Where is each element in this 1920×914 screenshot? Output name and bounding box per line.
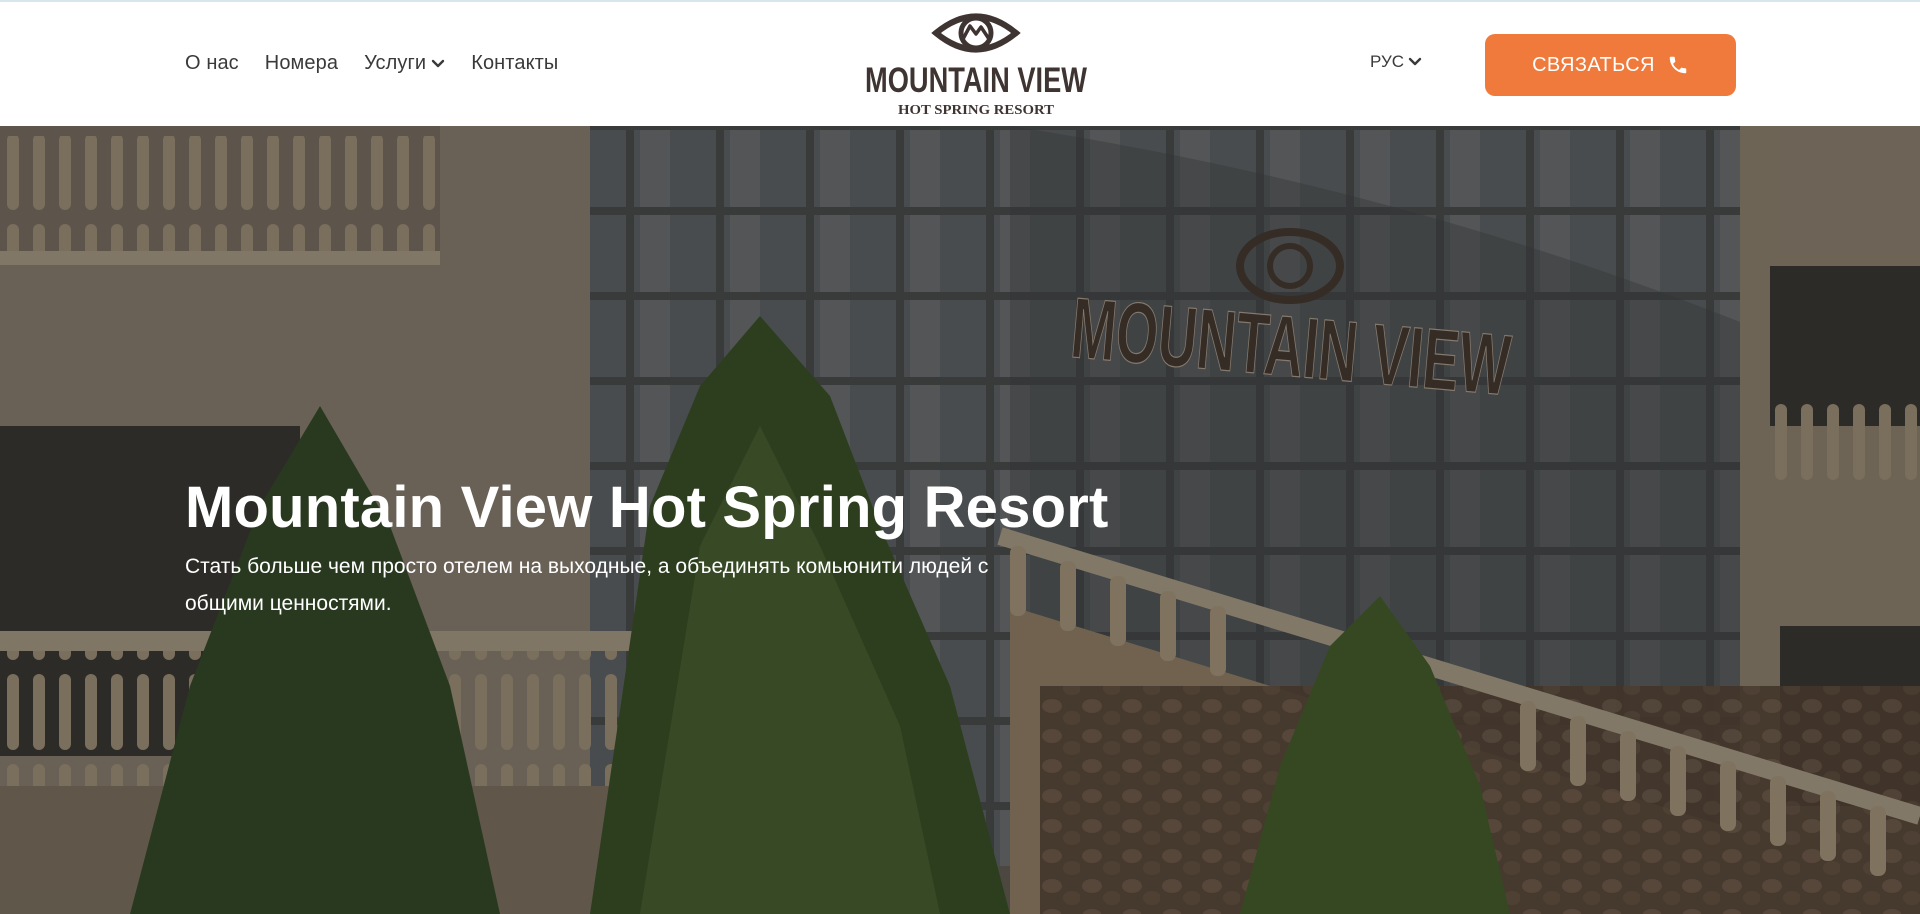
hero-subtitle: Стать больше чем просто отелем на выходн… <box>185 555 989 615</box>
main-nav: О нас Номера Услуги Контакты <box>185 52 584 75</box>
logo-wordmark: MOUNTAIN VIEW <box>865 61 1087 100</box>
logo-tagline: HOT SPRING RESORT <box>898 103 1055 118</box>
contact-button-label: СВЯЗАТЬСЯ <box>1532 53 1655 76</box>
chevron-down-icon <box>431 59 445 69</box>
site-logo[interactable]: MOUNTAIN VIEW HOT SPRING RESORT <box>862 8 1090 126</box>
nav-link-label: О нас <box>185 52 239 74</box>
hero-section: MOUNTAIN VIEW Mountain View Hot Spring R… <box>0 126 1920 914</box>
language-selector[interactable]: РУС <box>1370 52 1422 72</box>
nav-link-rooms[interactable]: Номера <box>265 52 338 75</box>
nav-link-services[interactable]: Услуги <box>364 52 445 75</box>
language-label: РУС <box>1370 52 1405 71</box>
nav-link-about[interactable]: О нас <box>185 52 239 75</box>
nav-link-label: Контакты <box>471 52 559 74</box>
hero-title: Mountain View Hot Spring Resort <box>185 475 1109 540</box>
site-header: О нас Номера Услуги Контакты MOUNTAIN VI… <box>0 0 1920 126</box>
mountain-eye-logo-icon <box>931 13 1021 53</box>
nav-link-label: Номера <box>264 52 339 74</box>
nav-link-label: Услуги <box>364 52 427 74</box>
nav-link-contacts[interactable]: Контакты <box>471 52 558 75</box>
contact-button[interactable]: СВЯЗАТЬСЯ <box>1485 34 1736 96</box>
chevron-down-icon <box>1408 57 1422 67</box>
phone-icon <box>1667 54 1689 76</box>
